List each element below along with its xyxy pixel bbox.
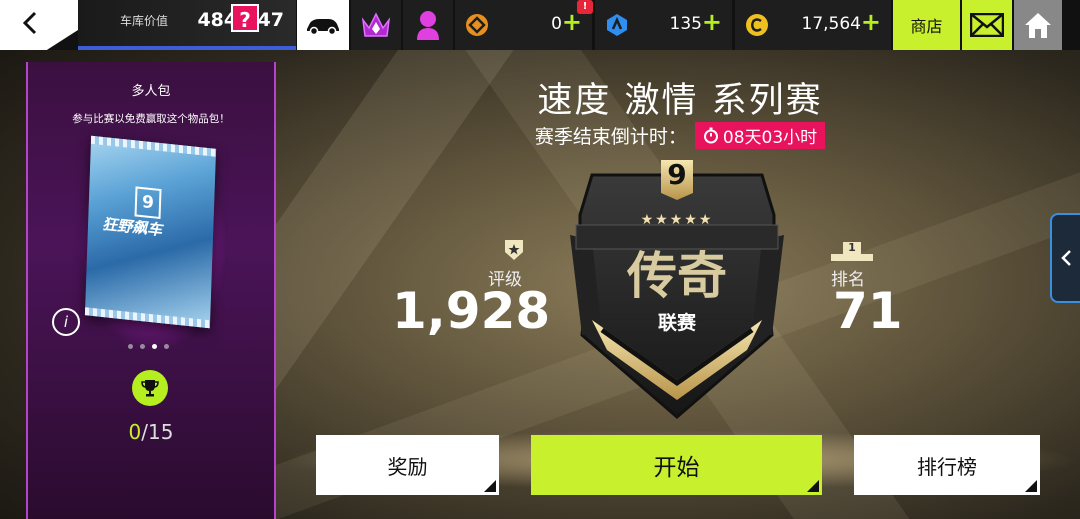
carousel-dot[interactable] (164, 344, 169, 349)
multiplayer-pack-panel[interactable]: 多人包 参与比赛以免费赢取这个物品包！ 9 狂野飙车 i 0/15 (26, 62, 276, 519)
pack-progress: 0/15 (28, 420, 274, 444)
blueprint-add-button[interactable]: + (702, 8, 722, 36)
info-button[interactable]: i (52, 308, 80, 336)
pack-title: 多人包 (131, 84, 171, 99)
league-sub: 联赛 (657, 312, 696, 334)
currency-blueprints[interactable]: 135 + (595, 0, 732, 50)
tab-events[interactable] (351, 0, 401, 50)
pack-logo: 9 (134, 186, 162, 220)
help-button[interactable]: ? (231, 4, 259, 32)
league-name: 传奇 (627, 247, 727, 305)
rank-value: 71 (833, 282, 903, 340)
back-arrow-icon (22, 11, 37, 35)
credits-add-button[interactable]: + (861, 8, 881, 36)
rating-value: 1,928 (392, 282, 551, 340)
start-button[interactable]: 开始 (531, 435, 822, 495)
credits-value: 17,564 (801, 14, 861, 34)
carousel-dot[interactable] (140, 344, 145, 349)
progress-total: /15 (141, 420, 174, 444)
currency-tokens[interactable]: 0 + (455, 0, 592, 50)
season-countdown: 赛季结束倒计时： 08天03小时 (480, 122, 880, 149)
countdown-label: 赛季结束倒计时： (534, 126, 687, 148)
car-icon (307, 19, 339, 35)
currency-credits[interactable]: 17,564 + (735, 0, 891, 50)
garage-value-panel[interactable]: 车库价值 484,047 (78, 0, 296, 50)
mail-button[interactable] (962, 0, 1012, 50)
progress-current: 0 (128, 420, 142, 444)
shop-button[interactable]: 商店 (893, 0, 960, 50)
avatar-icon (417, 11, 439, 40)
credits-icon (746, 14, 768, 36)
pack-top-stripe (90, 135, 217, 157)
back-button[interactable] (0, 0, 78, 50)
leaderboard-button[interactable]: 排行榜 (854, 435, 1040, 495)
garage-value-label: 车库价值 (120, 14, 169, 28)
league-number: 9 (667, 158, 687, 191)
carousel-dot[interactable] (128, 344, 133, 349)
countdown-value: 08天03小时 (722, 128, 818, 148)
league-stars: ★★★★★ (640, 212, 714, 228)
countdown-badge: 08天03小时 (694, 122, 826, 149)
series-title: 速度 激情 系列赛 (537, 81, 823, 121)
stopwatch-icon (703, 127, 718, 144)
rating-shield-icon (505, 240, 523, 260)
rank-podium-number: 1 (843, 242, 861, 254)
side-panel-toggle[interactable] (1050, 213, 1080, 303)
pack-image[interactable]: 9 狂野飙车 (84, 135, 217, 329)
tab-cars[interactable] (297, 0, 349, 50)
token-alert-badge: ! (577, 0, 593, 14)
token-value: 0 (551, 14, 562, 34)
blueprint-icon (607, 14, 627, 36)
rank-podium-icon: 1 (831, 242, 873, 261)
mail-icon (970, 13, 1004, 37)
pack-subtitle: 参与比赛以免费赢取这个物品包！ (72, 113, 230, 125)
home-icon (1025, 13, 1051, 38)
blueprint-value: 135 (669, 14, 702, 34)
home-button[interactable] (1014, 0, 1062, 50)
tab-profile[interactable] (403, 0, 453, 50)
rewards-button[interactable]: 奖励 (316, 435, 499, 495)
top-bar: 车库价值 484,047 0 + ! 135 (0, 0, 1080, 50)
chevron-left-icon (1061, 250, 1071, 266)
pack-carousel-dots[interactable] (128, 344, 169, 349)
token-icon (466, 14, 488, 36)
crown-emblem-icon (361, 12, 391, 37)
carousel-dot-active[interactable] (152, 344, 157, 349)
trophy-icon (132, 370, 168, 406)
